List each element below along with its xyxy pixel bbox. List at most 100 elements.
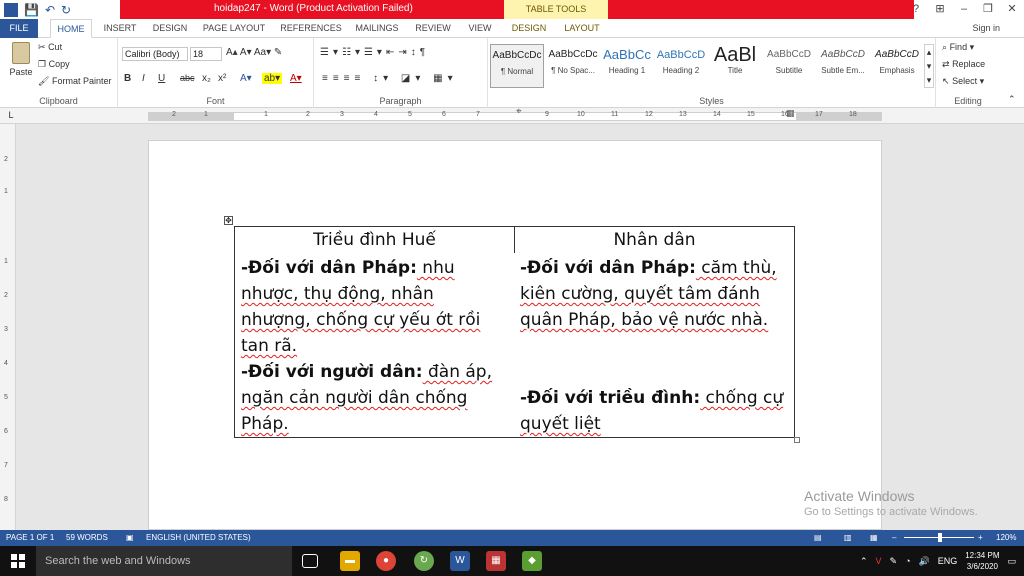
italic-button[interactable]: I — [142, 73, 145, 84]
read-mode-icon[interactable]: ▤ — [814, 533, 822, 542]
style-no-spacing[interactable]: AaBbCcDc ¶ No Spac... — [546, 44, 600, 88]
style-subtle-emphasis[interactable]: AaBbCcD Subtle Em... — [816, 44, 870, 88]
window-title: hoidap247 - Word (Product Activation Fai… — [214, 3, 413, 14]
save-icon[interactable]: 💾 — [24, 3, 39, 17]
tray-expand-icon[interactable]: ⌃ — [860, 556, 868, 567]
language-status[interactable]: ENGLISH (UNITED STATES) — [146, 533, 251, 542]
redo-icon[interactable]: ↻ — [61, 3, 71, 17]
sign-in-link[interactable]: Sign in — [972, 23, 1000, 33]
chrome-icon[interactable]: ● — [376, 551, 396, 571]
strikethrough-button[interactable]: abc — [180, 73, 195, 83]
tab-file[interactable]: FILE — [0, 19, 38, 38]
tab-references[interactable]: REFERENCES — [280, 19, 342, 38]
input-language[interactable]: ENG — [938, 556, 958, 566]
grow-font-icon[interactable]: A▴ A▾ Aa▾ ✎ — [226, 47, 282, 58]
print-layout-icon[interactable]: ▥ — [844, 533, 852, 542]
collapse-ribbon-icon[interactable]: ⌃ — [1008, 94, 1016, 105]
tab-insert[interactable]: INSERT — [100, 19, 140, 38]
right-paragraph-2: -Đối với triều đình: chống cự quyết liệt — [520, 385, 788, 437]
taskbar-search[interactable]: Search the web and Windows — [36, 546, 292, 576]
word-taskbar-icon[interactable]: W — [450, 551, 470, 571]
style-heading-1[interactable]: AaBbCc Heading 1 — [600, 44, 654, 88]
style-subtitle[interactable]: AaBbCcD Subtitle — [762, 44, 816, 88]
antivirus-icon[interactable]: V — [876, 556, 882, 566]
underline-button[interactable]: U — [158, 73, 165, 84]
font-name-combo[interactable]: Calibri (Body) — [122, 47, 188, 61]
tab-mailings[interactable]: MAILINGS — [352, 19, 402, 38]
paragraph-group: ☰▾☷▾☰▾⇤⇥↕¶ ≡≡≡≡ ↕▾ ◪▾ ▦▾ Paragraph — [314, 38, 488, 108]
tab-table-design[interactable]: DESIGN — [508, 19, 550, 38]
cut-button[interactable]: ✂ Cut — [38, 42, 62, 53]
table-move-handle-icon[interactable]: ✥ — [224, 216, 233, 225]
style-title[interactable]: AaBl Title — [708, 44, 762, 88]
minimize-icon[interactable]: – — [952, 0, 976, 19]
tab-view[interactable]: VIEW — [462, 19, 498, 38]
clock[interactable]: 12:34 PM 3/6/2020 — [965, 550, 999, 572]
find-button[interactable]: ⌕ Find ▾ — [942, 42, 974, 53]
tab-stop-selector-icon[interactable]: L — [5, 110, 17, 122]
find-label: Find — [949, 42, 968, 52]
table-resize-handle-icon[interactable] — [794, 437, 800, 443]
tab-page-layout[interactable]: PAGE LAYOUT — [202, 19, 266, 38]
paste-button[interactable]: Paste — [8, 42, 34, 77]
close-icon[interactable]: ✕ — [1000, 0, 1024, 19]
table-cell[interactable]: Nhân dân — [514, 226, 795, 254]
tab-review[interactable]: REVIEW — [412, 19, 454, 38]
table-row: Triều đình Huế Nhân dân — [234, 226, 795, 254]
notifications-icon[interactable]: ▭ — [1007, 556, 1016, 567]
right-indent-marker-icon[interactable]: ▦ — [786, 108, 795, 119]
style-sample: AaBbCcD — [821, 49, 865, 60]
task-view-icon[interactable] — [302, 554, 318, 568]
replace-button[interactable]: ⇄ Replace — [942, 59, 985, 70]
column-marker-icon[interactable]: ⌖ — [516, 106, 522, 117]
style-heading-2[interactable]: AaBbCcD Heading 2 — [654, 44, 708, 88]
web-layout-icon[interactable]: ▦ — [870, 533, 878, 542]
vertical-ruler[interactable]: 2 1 1 2 3 4 5 6 7 8 — [0, 124, 16, 530]
network-icon[interactable]: ◔ — [905, 556, 910, 566]
pen-icon[interactable]: ✎ — [890, 556, 898, 567]
ribbon-tabs: FILE HOME INSERT DESIGN PAGE LAYOUT REFE… — [0, 19, 1024, 38]
font-color-icon[interactable]: A▾ — [290, 73, 302, 84]
proofing-icon[interactable]: ▣ — [126, 533, 134, 542]
right-p2-bold: -Đối với triều đình: — [520, 388, 701, 408]
ribbon-display-icon[interactable]: ⊞ — [928, 0, 952, 19]
style-emphasis[interactable]: AaBbCcD Emphasis — [870, 44, 924, 88]
app-grid-icon[interactable]: ▦ — [486, 551, 506, 571]
zoom-in-icon[interactable]: + — [978, 533, 983, 542]
volume-icon[interactable]: 🔊 — [919, 556, 930, 567]
restore-icon[interactable]: ❐ — [976, 0, 1000, 19]
ruler-number: 1 — [204, 111, 208, 118]
highlight-icon[interactable]: ab▾ — [262, 73, 283, 84]
undo-icon[interactable]: ↶ — [45, 3, 55, 17]
right-cell[interactable]: -Đối với dân Pháp: căm thù, kiên cường, … — [514, 253, 795, 438]
tab-table-layout[interactable]: LAYOUT — [560, 19, 604, 38]
app-icon[interactable]: ↻ — [414, 551, 434, 571]
style-normal[interactable]: AaBbCcDc ¶ Normal — [490, 44, 544, 88]
subscript-button[interactable]: x₂ — [202, 73, 211, 84]
copy-button[interactable]: ❐ Copy — [38, 59, 70, 70]
superscript-button[interactable]: x² — [218, 73, 226, 84]
styles-scroll-icon[interactable]: ▴ ▾ ▾ — [924, 44, 934, 88]
format-painter-button[interactable]: 🖌 Format Painter — [38, 76, 111, 87]
tab-design[interactable]: DESIGN — [148, 19, 192, 38]
zoom-level[interactable]: 120% — [996, 533, 1016, 542]
align-icons[interactable]: ≡≡≡≡ ↕▾ ◪▾ ▦▾ — [322, 73, 458, 84]
tab-home[interactable]: HOME — [50, 19, 92, 38]
list-icons[interactable]: ☰▾☷▾☰▾⇤⇥↕¶ — [320, 47, 429, 58]
left-cell[interactable]: -Đối với dân Pháp: nhu nhược, thụ động, … — [234, 253, 515, 438]
text-effects-icon[interactable]: A▾ — [240, 73, 252, 84]
table-cell[interactable]: Triều đình Huế — [234, 226, 515, 254]
word-count[interactable]: 59 WORDS — [66, 533, 108, 542]
start-button[interactable] — [0, 546, 36, 576]
file-explorer-icon[interactable]: ▬ — [340, 551, 360, 571]
bluestacks-icon[interactable]: ◆ — [522, 551, 542, 571]
ruler-number: 12 — [645, 111, 653, 118]
zoom-out-icon[interactable]: – — [892, 533, 896, 542]
page-count[interactable]: PAGE 1 OF 1 — [6, 533, 54, 542]
zoom-slider-thumb[interactable] — [938, 533, 942, 542]
horizontal-ruler[interactable]: L 2 1 1 2 3 4 5 6 7 9 10 11 12 13 14 15 … — [0, 106, 1024, 124]
select-button[interactable]: ↖ Select ▾ — [942, 76, 984, 87]
font-size-combo[interactable]: 18 — [190, 47, 222, 61]
help-icon[interactable]: ? — [904, 0, 928, 19]
bold-button[interactable]: B — [124, 73, 131, 84]
